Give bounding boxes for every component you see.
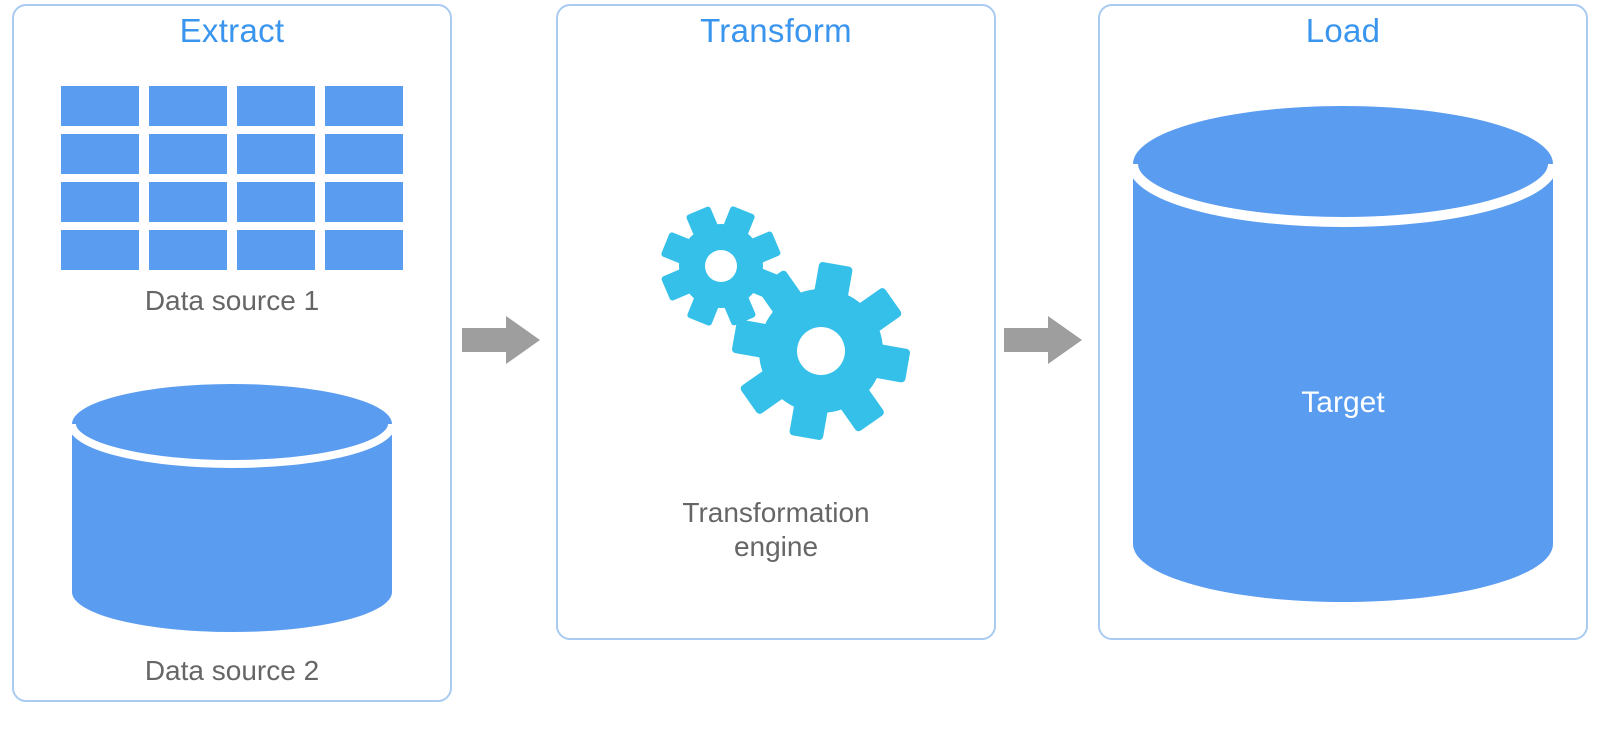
- gears-icon: [626, 156, 926, 456]
- extract-title: Extract: [14, 12, 450, 50]
- transform-title: Transform: [558, 12, 994, 50]
- engine-label-line1: Transformation: [682, 497, 869, 528]
- etl-diagram: Extract Data source 1 Data source 2 Tran…: [0, 0, 1600, 735]
- database-icon: [62, 376, 402, 636]
- data-source-2-label: Data source 2: [14, 654, 450, 688]
- transform-stage: Transform: [556, 4, 996, 640]
- target-database-icon: [1123, 94, 1563, 614]
- target-label: Target: [1100, 386, 1586, 420]
- extract-stage: Extract Data source 1 Data source 2: [12, 4, 452, 702]
- load-title: Load: [1100, 12, 1586, 50]
- arrow-extract-to-transform: [462, 310, 542, 370]
- transformation-engine-label: Transformation engine: [558, 496, 994, 563]
- data-grid-icon: [61, 86, 403, 270]
- data-source-1-label: Data source 1: [14, 284, 450, 318]
- arrow-transform-to-load: [1004, 310, 1084, 370]
- load-stage: Load Target: [1098, 4, 1588, 640]
- engine-label-line2: engine: [734, 531, 818, 562]
